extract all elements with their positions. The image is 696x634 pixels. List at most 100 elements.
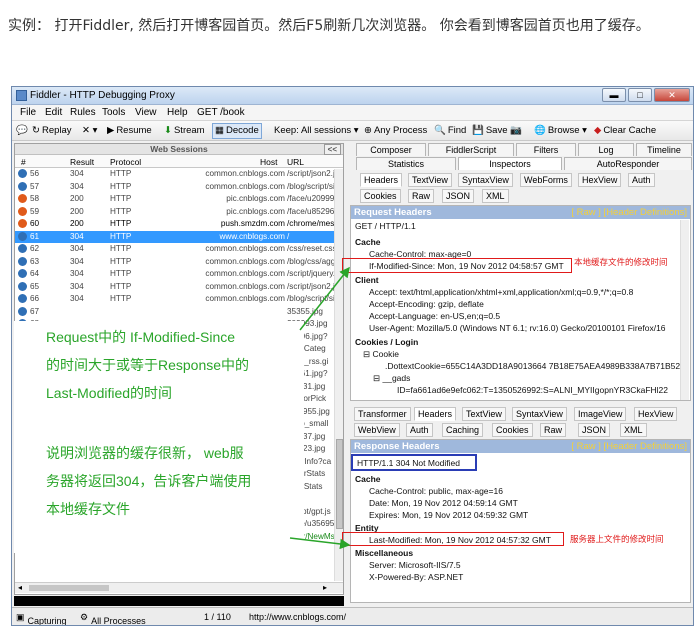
tab-autoresponder[interactable]: AutoResponder [564, 157, 692, 170]
sessions-horizontal-scrollbar[interactable]: ◂ ▸ [15, 582, 343, 593]
resp-tab-imageview[interactable]: ImageView [574, 407, 627, 421]
clear-cache-label: Clear Cache [603, 125, 657, 136]
req-tab-syntaxview[interactable]: SyntaxView [458, 173, 513, 187]
collapse-button[interactable]: << [323, 144, 341, 155]
req-tab-json[interactable]: JSON [442, 189, 475, 203]
resume-button[interactable]: ▶ Resume [107, 125, 152, 136]
find-button[interactable]: 🔍 Find [434, 125, 466, 136]
scroll-left-icon[interactable]: ◂ [18, 583, 22, 592]
cookie-node[interactable]: ⊟ Cookie [363, 349, 399, 360]
session-row[interactable]: 66 304 HTTP common.cnblogs.com/blog/script/… [15, 293, 343, 306]
clear-cache-button[interactable]: ◆ Clear Cache [594, 125, 656, 136]
resp-tab-xml[interactable]: XML [620, 423, 647, 437]
browse-label: Browse ▾ [547, 125, 587, 136]
hscroll-thumb[interactable] [29, 585, 109, 591]
local-cache-note: 本地缓存文件的修改时间 [574, 257, 668, 267]
resp-tab-webview[interactable]: WebView [354, 423, 400, 437]
session-row[interactable]: 61 304 HTTP www.cnblogs.com / [15, 230, 343, 243]
tab-composer[interactable]: Composer [356, 143, 426, 156]
req-tab-textview[interactable]: TextView [408, 173, 452, 187]
req-tab-hexview[interactable]: HexView [578, 173, 622, 187]
session-row[interactable]: 65 304 HTTP common.cnblogs.com/script/json2… [15, 281, 343, 294]
session-row[interactable]: 60200HTTPpush.smzdm.com/chrome/messages [15, 218, 343, 231]
col-host[interactable]: Host [260, 157, 277, 167]
remove-button[interactable]: ✕ ▾ [82, 125, 97, 136]
tab-filters[interactable]: Filters [516, 143, 576, 156]
req-tab-cookies[interactable]: Cookies [360, 189, 401, 203]
process-filter[interactable]: ⚙ All Processes [80, 612, 146, 625]
gads-node[interactable]: ⊟ __gads [373, 373, 410, 384]
resp-tab-caching[interactable]: Caching [442, 423, 484, 437]
session-protocol: HTTP [110, 181, 132, 191]
menu-file[interactable]: File [20, 107, 36, 118]
tab-statistics[interactable]: Statistics [356, 157, 456, 170]
session-row[interactable]: 59200HTTPpic.cnblogs.com/face/u85296.jpg… [15, 206, 343, 219]
response-raw-links[interactable]: [ Raw ] [Header Definitions] [571, 440, 687, 453]
comment-icon[interactable]: 💬 [16, 125, 28, 136]
response-304-icon [18, 231, 27, 241]
session-row[interactable]: 64 304 HTTP common.cnblogs.com/script/jquer… [15, 268, 343, 281]
keep-sessions-dropdown[interactable]: Keep: All sessions ▾ [274, 125, 359, 136]
tab-log[interactable]: Log [578, 143, 634, 156]
resp-tab-json[interactable]: JSON [578, 423, 611, 437]
scrollbar-thumb[interactable] [336, 439, 343, 529]
session-protocol: HTTP [110, 219, 132, 228]
resp-expires: Expires: Mon, 19 Nov 2012 04:59:32 GMT [369, 510, 529, 520]
maximize-button[interactable]: □ [628, 88, 652, 102]
browse-button[interactable]: 🌐 Browse ▾ [534, 125, 587, 136]
tab-timeline[interactable]: Timeline [636, 143, 692, 156]
inspector-panel: Composer FiddlerScript Filters Log Timel… [342, 143, 693, 605]
req-tab-raw[interactable]: Raw [408, 189, 435, 203]
session-row[interactable]: 58200HTTPpic.cnblogs.com/face/u209993.jp… [15, 193, 343, 206]
request-raw-links[interactable]: [ Raw ] [Header Definitions] [571, 206, 687, 219]
quickexec-bar[interactable] [14, 596, 344, 606]
col-num[interactable]: # [21, 157, 26, 167]
save-button[interactable]: 💾 Save [472, 125, 508, 136]
session-row[interactable]: 62 304 HTTP common.cnblogs.com/css/reset.cs… [15, 243, 343, 256]
resp-tab-syntaxview[interactable]: SyntaxView [512, 407, 567, 421]
menu-view[interactable]: View [135, 107, 157, 118]
decode-button[interactable]: ▦ Decode [212, 123, 262, 139]
resp-tab-cookies[interactable]: Cookies [492, 423, 533, 437]
col-url[interactable]: URL [287, 157, 304, 167]
menu-help[interactable]: Help [167, 107, 188, 118]
stream-button[interactable]: ⬇ Stream [164, 125, 205, 136]
session-row[interactable]: 67 35355.jpg [15, 306, 343, 319]
resp-cache-control: Cache-Control: public, max-age=16 [369, 486, 503, 496]
request-scrollbar[interactable] [680, 220, 689, 400]
resp-tab-transformer[interactable]: Transformer [354, 407, 411, 421]
req-tab-headers[interactable]: Headers [360, 173, 403, 187]
any-process-button[interactable]: ⊕ Any Process [364, 125, 427, 136]
col-protocol[interactable]: Protocol [110, 157, 141, 167]
req-tab-xml[interactable]: XML [482, 189, 509, 203]
session-row[interactable]: 63 304 HTTP common.cnblogs.com/blog/css/agg… [15, 256, 343, 269]
replay-button[interactable]: ↻ Replay [32, 125, 72, 136]
capturing-indicator[interactable]: ▣ Capturing [16, 612, 67, 625]
tab-fiddlerscript[interactable]: FiddlerScript [428, 143, 514, 156]
resp-tab-raw[interactable]: Raw [540, 423, 567, 437]
resp-tab-hexview[interactable]: HexView [634, 407, 678, 421]
col-result[interactable]: Result [70, 157, 94, 167]
session-row[interactable]: 57 304 HTTP common.cnblogs.com/blog/script/… [15, 181, 343, 194]
menu-get-book[interactable]: GET /book [197, 107, 245, 118]
session-host: common.cnblogs.com [205, 244, 285, 253]
req-tab-webforms[interactable]: WebForms [520, 173, 572, 187]
close-button[interactable]: ✕ [654, 88, 690, 102]
session-result: 304 [70, 269, 84, 278]
resp-tab-headers[interactable]: Headers [414, 407, 457, 421]
sessions-vertical-scrollbar[interactable] [334, 169, 343, 581]
session-host: www.cnblogs.com [219, 231, 285, 241]
tab-inspectors[interactable]: Inspectors [458, 157, 562, 170]
resp-tab-textview[interactable]: TextView [462, 407, 506, 421]
resp-tab-auth[interactable]: Auth [406, 423, 433, 437]
fiddler-app-icon [16, 90, 27, 101]
minimize-button[interactable]: ▬ [602, 88, 626, 102]
scroll-right-icon[interactable]: ▸ [323, 583, 327, 592]
screenshot-icon[interactable]: 📷 [510, 125, 522, 136]
annotation-2-line-2: 务器将返回304，告诉客户端使用 [46, 473, 252, 489]
req-tab-auth[interactable]: Auth [628, 173, 655, 187]
session-row[interactable]: 56 304 HTTP common.cnblogs.com/script/json2… [15, 168, 343, 181]
menu-tools[interactable]: Tools [102, 107, 125, 118]
menu-edit[interactable]: Edit [45, 107, 62, 118]
menu-rules[interactable]: Rules [70, 107, 96, 118]
